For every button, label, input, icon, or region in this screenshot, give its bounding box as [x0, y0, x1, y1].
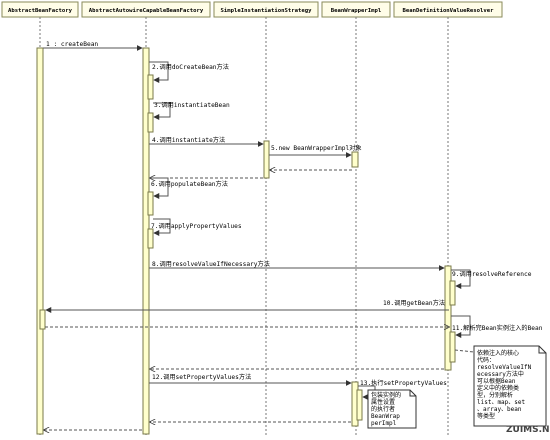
- activation-bar: [263, 140, 270, 179]
- message-label: 10.调用getBean方法: [383, 299, 445, 307]
- note-line: BeanWrap: [371, 413, 400, 420]
- activation-bar: [147, 228, 154, 249]
- lifeline-header-autowire-factory: AbstractAutowireCapableBeanFactory: [81, 1, 211, 18]
- note-line: 依赖注入的核心: [477, 349, 519, 357]
- lifeline-label: SimpleInstantiationStrategy: [221, 8, 313, 14]
- activation-bar: [449, 331, 456, 363]
- note-line: 属性设置: [371, 398, 395, 406]
- note-line: ecessary方法中: [477, 370, 524, 378]
- note-bean-wrapper: 包装实例的 属性设置 的执行者 BeanWrap perImpl: [367, 389, 417, 429]
- note-line: 可以根据Bean: [477, 377, 516, 385]
- note-line: resolveValueIfN: [477, 364, 532, 371]
- note-value-resolver: 依赖注入的核心 代码： resolveValueIfN ecessary方法中 …: [454, 345, 547, 427]
- message-label: 9.调用resolveReference: [452, 270, 532, 278]
- message-label: 12.调用setPropertyValues方法: [152, 373, 251, 381]
- activation-bar: [147, 191, 154, 216]
- message-label: 7.调用applyPropertyValues: [151, 222, 242, 230]
- activation-bar: [356, 389, 363, 421]
- activation-bar: [147, 74, 154, 100]
- note-line: 型，分别解析: [477, 391, 513, 399]
- message-label: 11.解析完Bean实例注入的Bean: [452, 324, 543, 332]
- note-line: 等类型: [477, 412, 495, 420]
- note-line: 的执行者: [371, 405, 395, 413]
- message-label: 4.调用instantiate方法: [152, 136, 225, 144]
- message-label: 3.调用instantiateBean: [154, 101, 230, 109]
- lifeline-label: BeanDefinitionValueResolver: [403, 8, 495, 14]
- note-line: list、map、set: [477, 399, 526, 406]
- note-line: 代码：: [477, 356, 495, 364]
- message-label: 13.执行setPropertyValues: [360, 379, 447, 387]
- note-line: 、array、bean: [477, 406, 522, 413]
- message-label: 5.new BeanWrapperImpl对象: [271, 144, 362, 152]
- activation-bar: [147, 112, 154, 133]
- lifeline-label: AbstractAutowireCapableBeanFactory: [89, 8, 204, 14]
- message-label: 2.调用doCreateBean方法: [152, 63, 229, 71]
- lifeline-header-bean-wrapper: BeanWrapperImpl: [321, 1, 391, 18]
- message-label: 8.调用resolveValueIfNecessary方法: [152, 260, 270, 268]
- activation-bar: [449, 280, 456, 306]
- lifeline-label: BeanWrapperImpl: [331, 8, 382, 14]
- activation-bar: [36, 47, 44, 435]
- activation-bar: [39, 309, 46, 330]
- note-line: 定义中的依赖类: [477, 384, 519, 392]
- activation-bar: [351, 151, 359, 168]
- lifeline-header-instantiation-strategy: SimpleInstantiationStrategy: [213, 1, 319, 18]
- message-label: 6.调用populateBean方法: [151, 180, 228, 188]
- watermark: ZUIMS.NET: [506, 425, 550, 435]
- sequence-diagram: AbstractBeanFactory AbstractAutowireCapa…: [0, 0, 550, 436]
- message-label: 1 : createBean: [46, 41, 98, 48]
- note-line: 包装实例的: [371, 391, 401, 399]
- note-line: perImpl: [371, 420, 397, 427]
- lifeline-header-abstract-bean-factory: AbstractBeanFactory: [1, 1, 79, 18]
- lifeline-header-value-resolver: BeanDefinitionValueResolver: [393, 1, 503, 18]
- lifeline-label: AbstractBeanFactory: [8, 8, 73, 14]
